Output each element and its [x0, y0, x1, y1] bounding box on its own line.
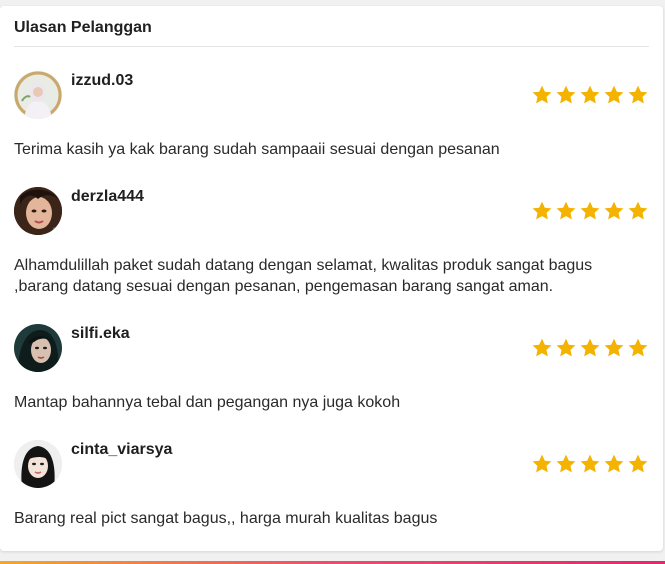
- star-icon: [556, 454, 576, 473]
- avatar[interactable]: [14, 187, 62, 235]
- reviewer-username[interactable]: izzud.03: [71, 72, 133, 90]
- star-icon: [532, 454, 552, 473]
- star-icon: [580, 454, 600, 473]
- star-icon: [556, 201, 576, 220]
- star-icon: [628, 201, 648, 220]
- star-icon: [532, 338, 552, 357]
- customer-reviews-card: Ulasan Pelanggan izzud.03 Terima kasih y…: [0, 6, 663, 551]
- title-divider: [14, 46, 649, 47]
- reviewer-username[interactable]: derzla444: [71, 188, 144, 206]
- review-comment: Mantap bahannya tebal dan pegangan nya j…: [14, 394, 401, 411]
- star-rating: [531, 84, 649, 106]
- star-icon: [580, 85, 600, 104]
- review-comment: Alhamdulillah paket sudah datang dengan …: [14, 257, 593, 295]
- star-icon: [628, 338, 648, 357]
- star-icon: [532, 85, 552, 104]
- star-icon: [628, 454, 648, 473]
- star-icon: [604, 454, 624, 473]
- star-rating: [531, 337, 649, 359]
- avatar[interactable]: [14, 71, 62, 119]
- star-icon: [604, 338, 624, 357]
- star-icon: [604, 201, 624, 220]
- star-rating: [531, 200, 649, 222]
- reviewer-username[interactable]: cinta_viarsya: [71, 441, 172, 459]
- review-item: izzud.03 Terima kasih ya kak barang suda…: [0, 71, 663, 171]
- star-rating: [531, 453, 649, 475]
- star-icon: [532, 201, 552, 220]
- avatar[interactable]: [14, 440, 62, 488]
- star-icon: [580, 338, 600, 357]
- star-icon: [628, 85, 648, 104]
- review-item: silfi.eka Mantap bahannya tebal dan pega…: [0, 324, 663, 424]
- star-icon: [580, 201, 600, 220]
- reviewer-username[interactable]: silfi.eka: [71, 325, 130, 343]
- section-title: Ulasan Pelanggan: [14, 19, 152, 36]
- review-item: derzla444 Alhamdulillah paket sudah data…: [0, 187, 663, 295]
- star-icon: [604, 85, 624, 104]
- avatar[interactable]: [14, 324, 62, 372]
- star-icon: [556, 85, 576, 104]
- review-comment: Terima kasih ya kak barang sudah sampaai…: [14, 141, 500, 158]
- review-item: cinta_viarsya Barang real pict sangat ba…: [0, 440, 663, 540]
- review-comment: Barang real pict sangat bagus,, harga mu…: [14, 510, 438, 527]
- star-icon: [556, 338, 576, 357]
